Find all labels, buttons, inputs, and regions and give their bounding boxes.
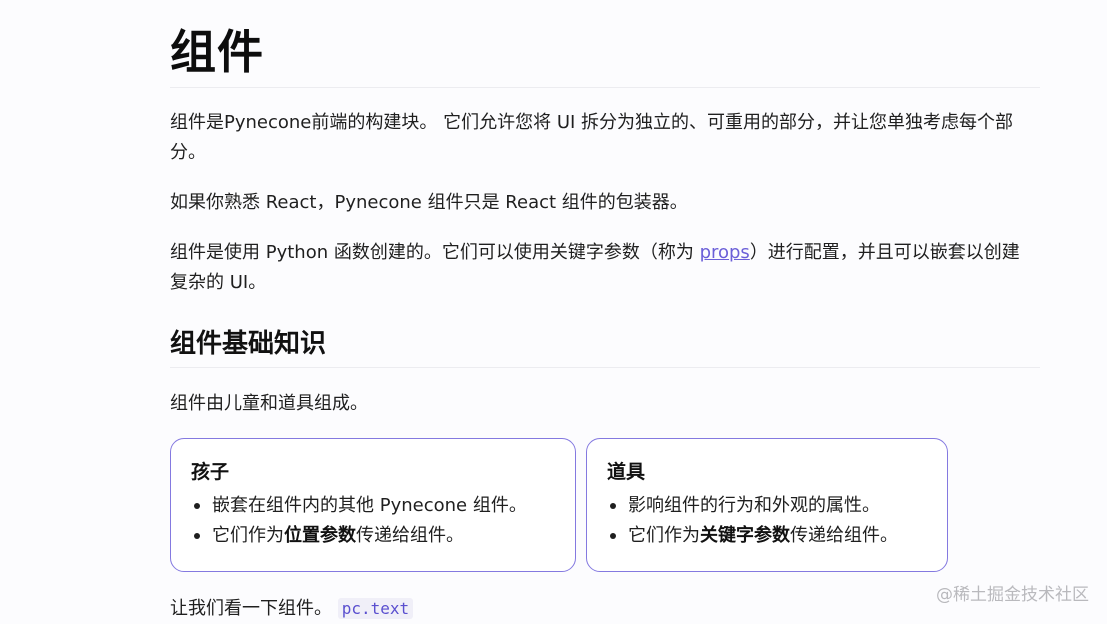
section-heading: 组件基础知识 bbox=[170, 329, 327, 359]
list-item-text: 影响组件的行为和外观的属性。 bbox=[628, 495, 880, 516]
list-item: 影响组件的行为和外观的属性。 bbox=[607, 491, 927, 521]
text-component-intro: 让我们看一下组件。 bbox=[170, 598, 338, 619]
react-paragraph: 如果你熟悉 React，Pynecone 组件只是 React 组件的包装器。 bbox=[170, 192, 688, 213]
basics-paragraph: 组件由儿童和道具组成。 bbox=[170, 393, 368, 414]
list-item-bold: 关键字参数 bbox=[700, 525, 790, 546]
inline-code: pc.text bbox=[337, 598, 414, 619]
card-list: 影响组件的行为和外观的属性。 它们作为关键字参数传递给组件。 bbox=[607, 491, 927, 551]
list-item-text-after: 传递给组件。 bbox=[356, 525, 464, 546]
list-item-text-before: 它们作为 bbox=[212, 525, 284, 546]
watermark: @稀土掘金技术社区 bbox=[936, 585, 1089, 605]
list-item: 它们作为关键字参数传递给组件。 bbox=[607, 521, 927, 551]
title-divider bbox=[170, 87, 1040, 88]
section-divider bbox=[170, 367, 1040, 368]
props-card: 道具 影响组件的行为和外观的属性。 它们作为关键字参数传递给组件。 bbox=[586, 438, 948, 572]
list-item: 嵌套在组件内的其他 Pynecone 组件。 bbox=[191, 491, 555, 521]
list-item: 它们作为位置参数传递给组件。 bbox=[191, 521, 555, 551]
list-item-text: 嵌套在组件内的其他 Pynecone 组件。 bbox=[212, 495, 527, 516]
list-item-bold: 位置参数 bbox=[284, 525, 356, 546]
card-title: 道具 bbox=[607, 461, 646, 483]
card-list: 嵌套在组件内的其他 Pynecone 组件。 它们作为位置参数传递给组件。 bbox=[191, 491, 555, 551]
text-component-paragraph: 让我们看一下组件。 pc.text bbox=[170, 594, 1030, 624]
children-card: 孩子 嵌套在组件内的其他 Pynecone 组件。 它们作为位置参数传递给组件。 bbox=[170, 438, 576, 572]
list-item-text-after: 传递给组件。 bbox=[790, 525, 898, 546]
page-title: 组件 bbox=[170, 25, 264, 79]
list-item-text-before: 它们作为 bbox=[628, 525, 700, 546]
props-paragraph-text-before: 组件是使用 Python 函数创建的。它们可以使用关键字参数（称为 bbox=[170, 242, 700, 263]
props-paragraph: 组件是使用 Python 函数创建的。它们可以使用关键字参数（称为 props）… bbox=[170, 238, 1030, 298]
props-link[interactable]: props bbox=[700, 242, 750, 263]
card-title: 孩子 bbox=[191, 461, 230, 483]
intro-paragraph: 组件是Pynecone前端的构建块。 它们允许您将 UI 拆分为独立的、可重用的… bbox=[170, 112, 1014, 163]
